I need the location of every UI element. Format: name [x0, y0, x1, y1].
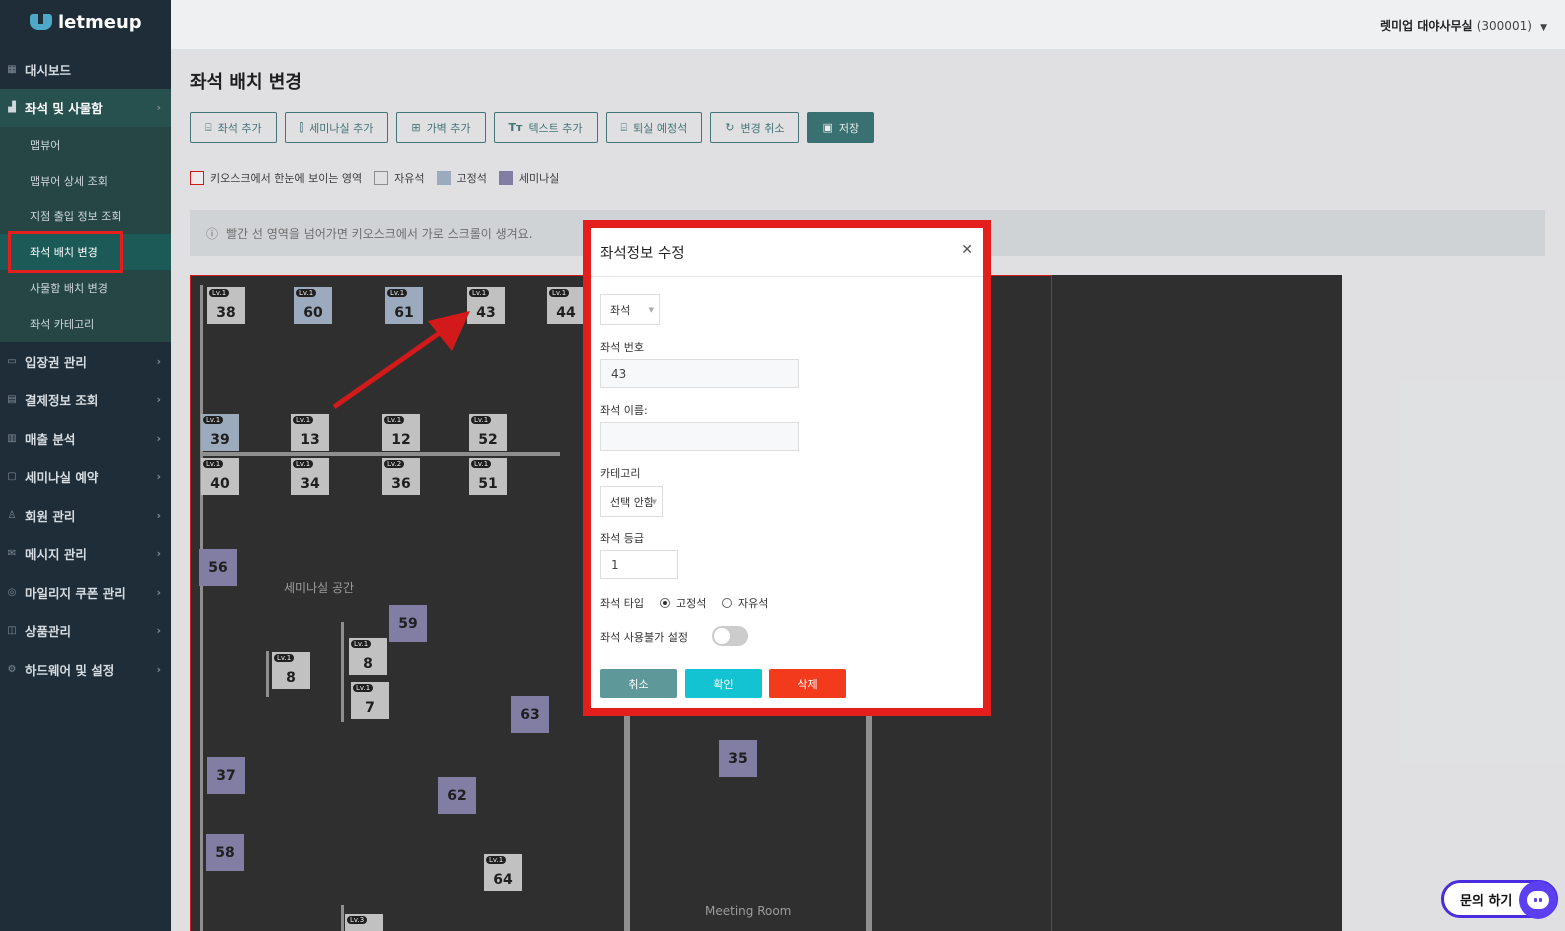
chevron-right-icon: › — [156, 470, 161, 484]
radio-unchecked-icon[interactable] — [722, 598, 732, 608]
edit-seat-modal: 좌석정보 수정 ✕ 좌석 ▼ 좌석 번호 43 좌석 이름: 카테고리 선택 안… — [591, 228, 983, 708]
sidebar-item-label: 세미나실 예약 — [25, 470, 99, 486]
chevron-right-icon: › — [156, 508, 161, 522]
topbar: 렛미업 대야사무실 (300001) ▼ — [171, 0, 1565, 50]
brand-name: letmeup — [58, 11, 142, 33]
radio-label: 자유석 — [738, 597, 769, 610]
sidebar-item-products[interactable]: ◫ 상품관리 › — [0, 611, 171, 650]
sidebar-item-label: 하드웨어 및 설정 — [25, 662, 115, 678]
sidebar-item-label: 마일리지 쿠폰 관리 — [25, 585, 126, 601]
seat-type-free-option[interactable]: 자유석 — [722, 595, 768, 611]
seat-name-label: 좌석 이름: — [600, 404, 648, 417]
seat-icon: ▟ — [8, 102, 16, 114]
dashboard-icon: ▦ — [7, 63, 17, 75]
modal-header: 좌석정보 수정 ✕ — [591, 228, 983, 277]
close-icon[interactable]: ✕ — [961, 242, 973, 258]
chat-label: 문의 하기 — [1460, 893, 1513, 909]
grade-input[interactable]: 1 — [600, 550, 678, 579]
sidebar-item-label: 매출 분석 — [25, 431, 76, 447]
radio-checked-icon[interactable] — [660, 598, 670, 608]
sidebar-subitem-seat-category[interactable]: 좌석 카테고리 — [0, 306, 171, 342]
chevron-right-icon: › — [156, 585, 161, 599]
sidebar-item-messages[interactable]: ✉ 메시지 관리 › — [0, 534, 171, 573]
chevron-down-icon: ▼ — [648, 305, 654, 314]
chevron-right-icon: › — [156, 547, 161, 561]
calendar-icon: ▢ — [7, 471, 17, 483]
sidebar-subitem-locker-layout[interactable]: 사물함 배치 변경 — [0, 270, 171, 306]
coupon-icon: ◎ — [7, 586, 17, 598]
users-icon: ♙ — [7, 509, 17, 521]
account-name: 렛미업 대야사무실 — [1380, 19, 1473, 33]
caret-down-icon: ▼ — [1540, 23, 1547, 33]
chevron-right-icon: › — [156, 393, 161, 407]
chat-bubble-icon — [1519, 881, 1557, 919]
sidebar-item-label: 입장권 관리 — [25, 354, 87, 370]
category-select[interactable]: 선택 안함 ▼ — [600, 486, 663, 517]
confirm-button[interactable]: 확인 — [685, 669, 762, 698]
seat-type-fixed-option[interactable]: 고정석 — [660, 595, 706, 611]
chevron-right-icon: › — [156, 101, 161, 115]
account-menu[interactable]: 렛미업 대야사무실 (300001) ▼ — [1380, 17, 1547, 34]
sidebar-item-label: 메시지 관리 — [25, 547, 87, 563]
disable-seat-toggle[interactable] — [712, 626, 748, 646]
sidebar-item-label: 대시보드 — [25, 62, 72, 78]
sidebar-item-seats[interactable]: ▟ 좌석 및 사물함 › — [0, 88, 171, 127]
grade-label: 좌석 등급 — [600, 532, 644, 545]
sidebar-item-hardware[interactable]: ⚙ 하드웨어 및 설정 › — [0, 650, 171, 689]
chevron-down-icon: ▼ — [651, 497, 657, 506]
modal-title: 좌석정보 수정 — [600, 245, 685, 262]
brand-logo[interactable]: letmeup — [0, 0, 171, 44]
select-value: 좌석 — [610, 303, 631, 317]
sidebar-subnav: 맵뷰어 맵뷰어 상세 조회 지점 출입 정보 조회 좌석 배치 변경 사물함 배… — [0, 127, 171, 342]
mail-icon: ✉ — [7, 548, 17, 560]
chevron-right-icon: › — [156, 431, 161, 445]
seat-type-label: 좌석 타입 — [600, 597, 644, 610]
sidebar-subitem-mapviewer-detail[interactable]: 맵뷰어 상세 조회 — [0, 163, 171, 199]
sidebar-item-members[interactable]: ♙ 회원 관리 › — [0, 496, 171, 535]
sidebar-item-dashboard[interactable]: ▦ 대시보드 — [0, 50, 171, 89]
sidebar-item-seminar[interactable]: ▢ 세미나실 예약 › — [0, 457, 171, 496]
disable-seat-label: 좌석 사용불가 설정 — [600, 631, 688, 644]
logo-icon — [30, 14, 52, 30]
chevron-right-icon: › — [156, 662, 161, 676]
chevron-right-icon: › — [156, 354, 161, 368]
sidebar-item-payments[interactable]: ▤ 결제정보 조회 › — [0, 380, 171, 419]
cancel-button[interactable]: 취소 — [600, 669, 677, 698]
ticket-icon: ▭ — [7, 355, 17, 367]
product-icon: ◫ — [7, 625, 17, 637]
sidebar-subitem-mapviewer[interactable]: 맵뷰어 — [0, 127, 171, 163]
category-label: 카테고리 — [600, 467, 641, 480]
select-value: 선택 안함 — [610, 495, 654, 509]
sidebar-subitem-entry-info[interactable]: 지점 출입 정보 조회 — [0, 199, 171, 235]
chevron-right-icon: › — [156, 624, 161, 638]
sidebar-item-sales[interactable]: ▥ 매출 분석 › — [0, 419, 171, 458]
seat-number-label: 좌석 번호 — [600, 341, 644, 354]
sidebar-item-label: 결제정보 조회 — [25, 393, 99, 409]
sidebar-item-label: 상품관리 — [25, 624, 72, 640]
sidebar: letmeup ▦ 대시보드 ▟ 좌석 및 사물함 › 맵뷰어 맵뷰어 상세 조… — [0, 0, 171, 931]
radio-label: 고정석 — [676, 597, 707, 610]
sidebar-item-tickets[interactable]: ▭ 입장권 관리 › — [0, 342, 171, 381]
gear-icon: ⚙ — [7, 663, 17, 675]
sidebar-item-label: 좌석 및 사물함 — [25, 101, 103, 117]
sidebar-item-coupons[interactable]: ◎ 마일리지 쿠폰 관리 › — [0, 573, 171, 612]
seat-name-input[interactable] — [600, 422, 799, 451]
inquiry-chat-button[interactable]: 문의 하기 — [1441, 880, 1558, 919]
sidebar-subitem-seat-layout[interactable]: 좌석 배치 변경 — [0, 234, 171, 271]
item-type-select[interactable]: 좌석 ▼ — [600, 294, 660, 325]
delete-button[interactable]: 삭제 — [769, 669, 846, 698]
account-code: (300001) — [1476, 19, 1532, 33]
seat-number-input[interactable]: 43 — [600, 359, 799, 388]
chart-icon: ▥ — [7, 432, 17, 444]
card-icon: ▤ — [7, 394, 17, 406]
sidebar-item-label: 회원 관리 — [25, 508, 76, 524]
